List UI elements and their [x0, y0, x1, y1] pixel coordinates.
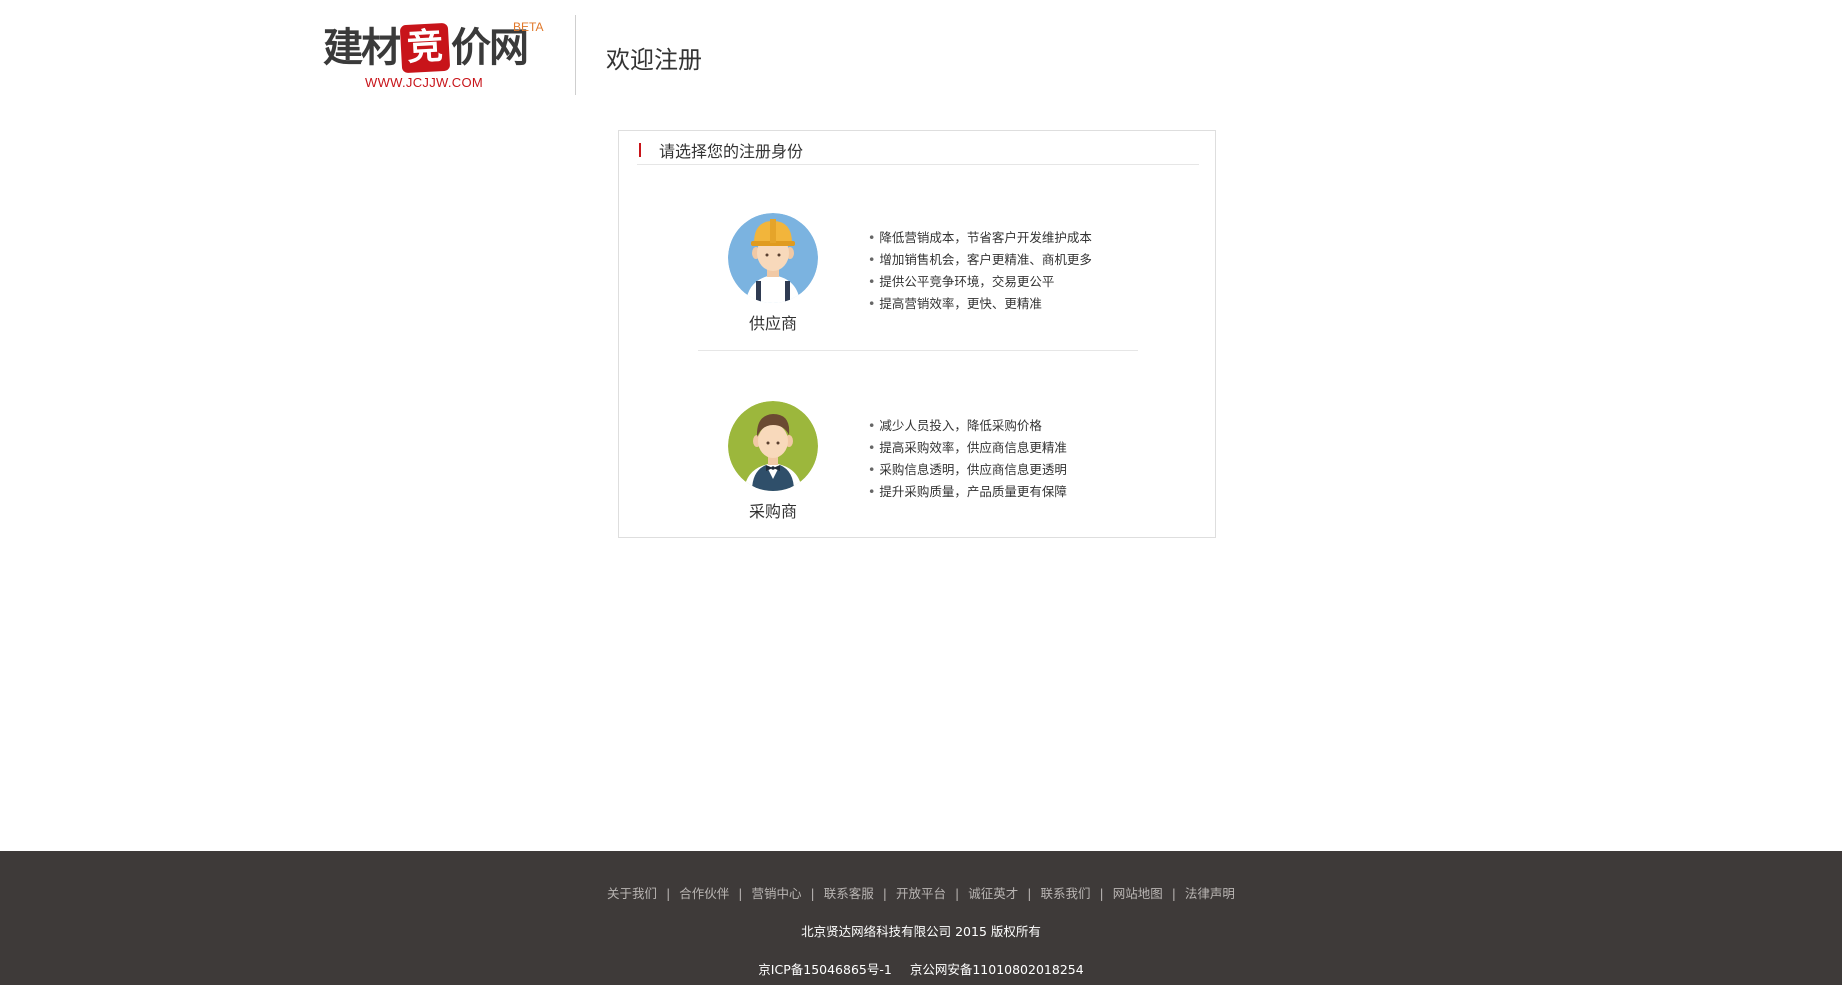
footer-link-marketing[interactable]: 营销中心	[752, 886, 802, 901]
footer-copyright: 北京贤达网络科技有限公司 2015 版权所有	[801, 924, 1041, 939]
logo-char: 材	[361, 25, 401, 71]
site-header: 建 材 竞 价 网 BETA WWW.JCJJW.COM 欢迎注册	[0, 0, 1842, 110]
icp-number: 京ICP备15046865号-1	[758, 962, 892, 977]
footer-separator: |	[1099, 886, 1104, 901]
logo-wordmark: 建 材 竞 价 网	[323, 22, 529, 74]
footer-separator: |	[810, 886, 815, 901]
list-item: 提高营销效率，更快、更精准	[868, 293, 1092, 315]
list-item: 降低营销成本，节省客户开发维护成本	[868, 227, 1092, 249]
site-logo[interactable]: 建 材 竞 价 网 BETA WWW.JCJJW.COM	[323, 18, 549, 96]
list-item: 提供公平竞争环境，交易更公平	[868, 271, 1092, 293]
worker-avatar-icon[interactable]	[728, 213, 818, 303]
footer-separator: |	[1171, 886, 1176, 901]
footer-registration: 京ICP备15046865号-1 京公网安备11010802018254	[0, 959, 1842, 978]
logo-url: WWW.JCJJW.COM	[365, 75, 483, 90]
footer-link-partners[interactable]: 合作伙伴	[679, 886, 729, 901]
logo-char: 价	[451, 25, 491, 71]
logo-beta-badge: BETA	[513, 20, 544, 34]
supplier-benefits-list: 降低营销成本，节省客户开发维护成本 增加销售机会，客户更精准、商机更多 提供公平…	[868, 227, 1092, 315]
register-identity-panel: 请选择您的注册身份 供应商 • 降低营销成本，节省客户开发维护成本 • 增加销售…	[618, 130, 1216, 538]
role-name-supplier[interactable]: 供应商	[723, 310, 823, 334]
site-footer: 关于我们 | 合作伙伴 | 营销中心 | 联系客服 | 开放平台 | 诚征英才 | 联系我们 | 网站地图 |…	[0, 851, 1842, 985]
buyer-benefits-list: 减少人员投入，降低采购价格 提高采购效率，供应商信息更精准 采购信息透明，供应商…	[868, 415, 1067, 503]
panel-header: 请选择您的注册身份	[637, 131, 1199, 165]
role-option-buyer[interactable]: 采购商 减少人员投入，降低采购价格 提高采购效率，供应商信息更精准 采购信息透明…	[619, 401, 1217, 541]
list-item: 提高采购效率，供应商信息更精准	[868, 437, 1067, 459]
footer-separator: |	[666, 886, 671, 901]
list-item: 采购信息透明，供应商信息更透明	[868, 459, 1067, 481]
footer-separator: |	[955, 886, 960, 901]
footer-nav: 关于我们 | 合作伙伴 | 营销中心 | 联系客服 | 开放平台 | 诚征英才 | 联系我们 | 网站地图 |…	[0, 883, 1842, 902]
footer-link-open-platform[interactable]: 开放平台	[896, 886, 946, 901]
footer-link-contact[interactable]: 联系我们	[1040, 886, 1090, 901]
page-title: 欢迎注册	[606, 46, 702, 74]
footer-link-support[interactable]: 联系客服	[824, 886, 874, 901]
footer-link-legal[interactable]: 法律声明	[1185, 886, 1235, 901]
list-item: 减少人员投入，降低采购价格	[868, 415, 1067, 437]
list-item: 增加销售机会，客户更精准、商机更多	[868, 249, 1092, 271]
panel-title: 请选择您的注册身份	[659, 142, 804, 161]
logo-seal: 竞	[399, 22, 451, 74]
police-record-number: 京公网安备11010802018254	[909, 962, 1084, 977]
role-option-supplier[interactable]: 供应商 降低营销成本，节省客户开发维护成本 增加销售机会，客户更精准、商机更多 …	[619, 213, 1217, 353]
buyer-avatar-icon[interactable]	[728, 401, 818, 491]
header-divider	[575, 15, 576, 95]
footer-separator: |	[738, 886, 743, 901]
list-item: 提升采购质量，产品质量更有保障	[868, 481, 1067, 503]
role-name-buyer[interactable]: 采购商	[723, 498, 823, 522]
role-divider	[698, 350, 1138, 351]
logo-char: 建	[323, 25, 363, 71]
footer-separator: |	[1027, 886, 1032, 901]
footer-link-careers[interactable]: 诚征英才	[968, 886, 1018, 901]
panel-header-accent	[639, 143, 641, 157]
footer-link-about[interactable]: 关于我们	[607, 886, 657, 901]
footer-separator: |	[882, 886, 887, 901]
footer-link-sitemap[interactable]: 网站地图	[1113, 886, 1163, 901]
